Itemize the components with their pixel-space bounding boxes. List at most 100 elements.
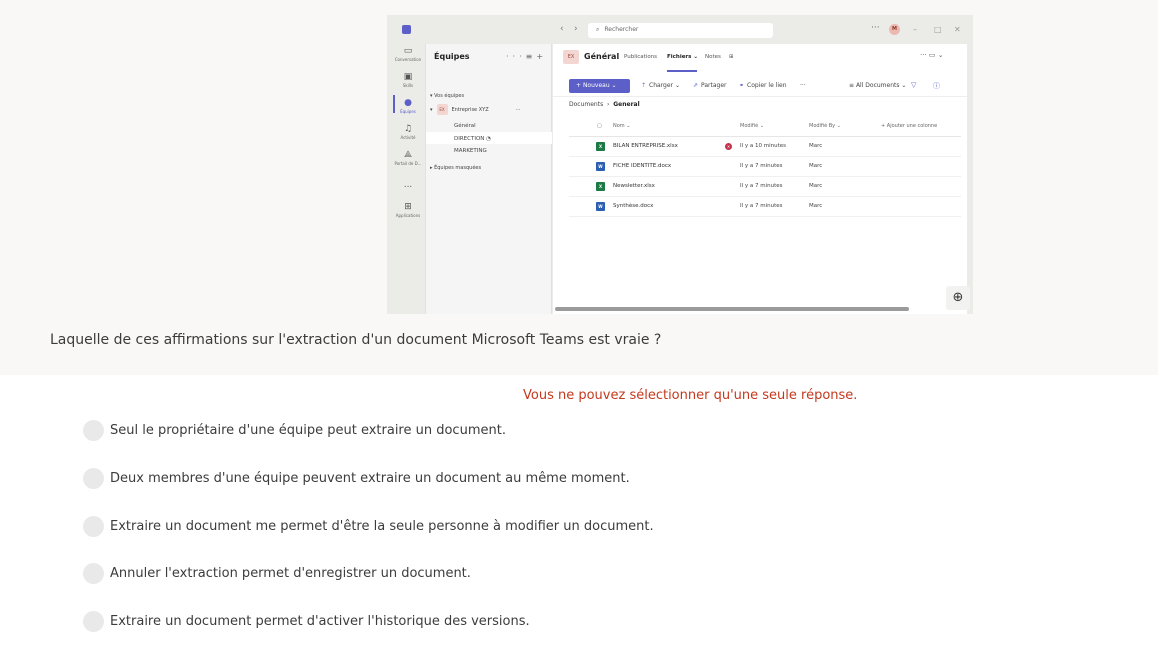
view-selector[interactable]: ≡ All Documents ⌄	[849, 82, 906, 89]
rail-item-skills[interactable]: ▣ Skills	[391, 72, 425, 88]
answer-option[interactable]: Extraire un document me permet d'être la…	[83, 516, 783, 540]
tab-fichiers[interactable]: Fichiers ⌄	[667, 54, 698, 60]
rail-item-more[interactable]: ...	[391, 180, 425, 190]
file-row[interactable]: W Synthèse.docx Il y a 7 minutes Marc	[569, 197, 961, 217]
teams-icon: ●	[404, 98, 412, 108]
file-name[interactable]: BILAN ENTREPRISE.xlsx	[613, 143, 678, 149]
tab-publications[interactable]: Publications	[624, 54, 657, 60]
file-row[interactable]: W FICHE IDENTITE.docx Il y a 7 minutes M…	[569, 157, 961, 177]
team-entreprise-xyz[interactable]: ▾ EX Entreprise XYZ ···	[430, 104, 520, 115]
title-bar: ‹ › ⌕ Rechercher ··· M – □ ✕	[387, 15, 973, 44]
search-icon: ⌕	[596, 26, 600, 33]
rail-item-portal[interactable]: ⟁ Portail de D...	[391, 150, 425, 166]
answer-option[interactable]: Seul le propriétaire d'une équipe peut e…	[83, 420, 783, 444]
channel-main: EX Général Publications Fichiers ⌄ Notes…	[553, 44, 967, 314]
team-badge: EX	[436, 104, 448, 115]
radio-button[interactable]	[83, 516, 104, 537]
radio-button[interactable]	[83, 420, 104, 441]
minimize-icon[interactable]: –	[913, 25, 917, 34]
file-name[interactable]: FICHE IDENTITE.docx	[613, 163, 671, 169]
word-file-icon: W	[596, 162, 605, 171]
column-modified-by[interactable]: Modifié By ⌄	[809, 123, 841, 129]
channel-general[interactable]: Général	[454, 123, 476, 129]
copy-link-button[interactable]: ⚭ Copier le lien	[739, 82, 787, 89]
apps-icon: ⊞	[404, 202, 412, 212]
file-modified-by: Marc	[809, 203, 823, 209]
answer-label[interactable]: Deux membres d'une équipe peuvent extrai…	[110, 471, 630, 486]
excel-file-icon: X	[596, 142, 605, 151]
active-tab-indicator	[667, 70, 697, 72]
portal-icon: ⟁	[403, 150, 413, 160]
files-toolbar: + Nouveau ⌄ ⇡ Charger ⌄ ⇗ Partager ⚭ Copier…	[553, 76, 967, 96]
answer-option[interactable]: Deux membres d'une équipe peuvent extrai…	[83, 468, 783, 492]
channel-direction[interactable]: DIRECTION ◔	[454, 136, 491, 142]
rail-item-conversation[interactable]: ▭ Conversation	[391, 46, 425, 62]
chat-icon: ▭	[403, 46, 413, 56]
upload-button[interactable]: ⇡ Charger ⌄	[641, 82, 680, 89]
file-modified-by: Marc	[809, 183, 823, 189]
bell-icon: ♫	[403, 124, 413, 134]
add-column[interactable]: + Ajouter une colonne	[881, 123, 937, 129]
answer-option[interactable]: Annuler l'extraction permet d'enregistre…	[83, 563, 783, 587]
channel-badge: EX	[563, 50, 579, 64]
maximize-icon[interactable]: □	[934, 25, 942, 34]
search-placeholder: Rechercher	[604, 26, 639, 33]
channel-marketing[interactable]: MARKETING	[454, 148, 487, 154]
single-answer-hint: Vous ne pouvez sélectionner qu'une seule…	[523, 388, 858, 403]
file-modified: Il y a 7 minutes	[740, 183, 783, 189]
app-rail: ▭ Conversation ▣ Skills ● Équipes ♫ Activité…	[391, 44, 425, 314]
teams-tools[interactable]: ···≡+	[506, 52, 547, 61]
file-row[interactable]: X BILAN ENTREPRISE.xlsx ✕ Il y a 10 minu…	[569, 137, 961, 157]
file-modified: Il y a 10 minutes	[740, 143, 787, 149]
horizontal-scrollbar[interactable]	[553, 304, 967, 314]
link-icon: ⚭	[739, 82, 745, 89]
close-icon[interactable]: ✕	[954, 25, 961, 34]
hidden-teams[interactable]: ▸ Équipes masquées	[430, 165, 481, 171]
scrollbar-thumb[interactable]	[555, 307, 909, 311]
add-tab-icon[interactable]: ⊞	[729, 54, 734, 60]
chevron-down-icon: ⌄	[693, 54, 698, 60]
more-icon[interactable]: ···	[871, 23, 880, 33]
channel-actions[interactable]: ··· ▭ ⌄	[920, 51, 944, 59]
file-name[interactable]: Newsletter.xlsx	[613, 183, 655, 189]
your-teams-header[interactable]: ▾ Vos équipes	[430, 93, 464, 99]
breadcrumb-current: General	[613, 101, 640, 108]
skills-icon: ▣	[403, 72, 413, 82]
info-icon[interactable]: ⓘ	[933, 81, 940, 91]
breadcrumb-root[interactable]: Documents	[569, 101, 603, 108]
answer-label[interactable]: Annuler l'extraction permet d'enregistre…	[110, 566, 471, 581]
answer-label[interactable]: Seul le propriétaire d'une équipe peut e…	[110, 423, 506, 438]
team-name: Entreprise XYZ	[451, 107, 489, 113]
rail-item-teams[interactable]: ● Équipes	[391, 98, 425, 114]
file-type-header-icon: ▢	[597, 123, 602, 129]
excel-file-icon: X	[596, 182, 605, 191]
share-button[interactable]: ⇗ Partager	[693, 82, 727, 89]
teams-panel: Équipes ···≡+ ▾ Vos équipes ▾ EX Entrepris…	[425, 44, 552, 314]
file-modified-by: Marc	[809, 163, 823, 169]
answer-option[interactable]: Extraire un document permet d'activer l'…	[83, 611, 783, 635]
answer-label[interactable]: Extraire un document me permet d'être la…	[110, 519, 654, 534]
column-name[interactable]: Nom ⌄	[613, 123, 630, 129]
file-modified: Il y a 7 minutes	[740, 163, 783, 169]
toolbar-more[interactable]: ···	[800, 82, 806, 89]
back-icon[interactable]: ‹	[560, 24, 564, 34]
new-button[interactable]: + Nouveau ⌄	[569, 79, 630, 93]
zoom-in-icon[interactable]: ⊕	[946, 286, 970, 310]
channel-title: Général	[584, 52, 620, 61]
forward-icon[interactable]: ›	[574, 24, 578, 34]
search-input[interactable]: ⌕ Rechercher	[588, 23, 773, 38]
tab-notes[interactable]: Notes	[705, 54, 721, 60]
rail-item-apps[interactable]: ⊞ Applications	[391, 202, 425, 218]
filter-icon[interactable]: ▽	[911, 81, 916, 89]
file-name[interactable]: Synthèse.docx	[613, 203, 653, 209]
avatar[interactable]: M	[889, 24, 900, 35]
team-more-icon[interactable]: ···	[516, 107, 521, 113]
radio-button[interactable]	[83, 611, 104, 632]
radio-button[interactable]	[83, 563, 104, 584]
answer-label[interactable]: Extraire un document permet d'activer l'…	[110, 614, 530, 629]
more-icon: ...	[403, 180, 413, 190]
rail-item-activity[interactable]: ♫ Activité	[391, 124, 425, 140]
file-row[interactable]: X Newsletter.xlsx Il y a 7 minutes Marc	[569, 177, 961, 197]
column-modified[interactable]: Modifié ⌄	[740, 123, 764, 129]
radio-button[interactable]	[83, 468, 104, 489]
